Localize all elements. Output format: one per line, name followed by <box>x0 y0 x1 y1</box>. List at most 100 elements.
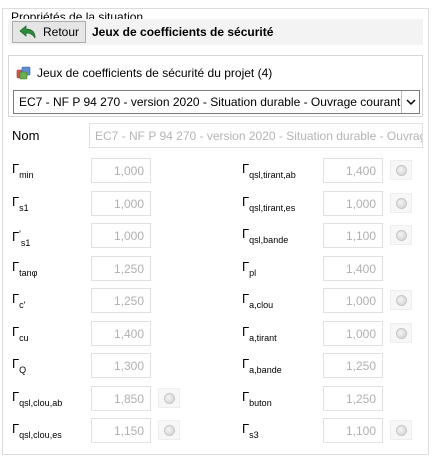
reset-button[interactable] <box>390 225 412 245</box>
coefficient-label: Γcu <box>12 325 29 345</box>
coefficient-set-select[interactable]: EC7 - NF P 94 270 - version 2020 - Situa… <box>13 90 420 114</box>
coefficient-label: Γc' <box>12 292 25 312</box>
coefficient-input[interactable]: 1,000 <box>91 191 151 216</box>
coefficient-value: 1,000 <box>345 294 376 308</box>
coefficient-value: 1,150 <box>113 424 144 438</box>
reset-icon <box>395 424 407 436</box>
coefficient-subscript: qsl,clou,ab <box>19 398 63 408</box>
coefficient-value: 1,000 <box>113 229 144 243</box>
coefficient-label: Γs3 <box>242 422 259 442</box>
retour-button[interactable]: Retour <box>12 21 86 43</box>
coefficient-label: Γqsl,clou,es <box>12 422 62 442</box>
coefficient-subscript: s1 <box>19 203 29 213</box>
coefficient-input[interactable]: 1,000 <box>323 288 383 313</box>
reset-icon <box>163 424 175 436</box>
reset-icon <box>395 327 407 339</box>
reset-button[interactable] <box>158 420 180 440</box>
coefficient-sets-header: Jeux de coefficients de sécurité du proj… <box>16 66 272 80</box>
coefficient-input[interactable]: 1,000 <box>91 158 151 183</box>
reset-icon <box>395 294 407 306</box>
coefficient-input[interactable]: 1,250 <box>323 353 383 378</box>
coefficient-value: 1,100 <box>345 424 376 438</box>
coefficient-value: 1,250 <box>345 359 376 373</box>
coefficient-subscript: buton <box>249 398 272 408</box>
coefficient-value: 1,000 <box>113 164 144 178</box>
coefficient-sets-label: Jeux de coefficients de sécurité du proj… <box>37 66 273 80</box>
coefficient-label: Γbuton <box>242 390 272 410</box>
reset-icon <box>395 197 407 209</box>
reset-icon <box>395 164 407 176</box>
header-bar: Retour Jeux de coefficients de sécurité <box>8 19 423 45</box>
coefficient-label: Γpl <box>242 260 256 280</box>
undo-arrow-icon <box>19 25 36 39</box>
reset-icon <box>395 229 407 241</box>
coefficient-label: Γmin <box>12 162 34 182</box>
nom-label: Nom <box>12 128 40 143</box>
coefficient-value: 1,000 <box>113 197 144 211</box>
coefficient-value: 1,250 <box>345 392 376 406</box>
reset-icon <box>163 392 175 404</box>
coefficient-value: 1,300 <box>113 359 144 373</box>
coefficient-input[interactable]: 1,400 <box>91 321 151 346</box>
coefficient-value: 1,250 <box>113 262 144 276</box>
coefficient-subscript: qsl,tirant,ab <box>249 170 296 180</box>
coefficient-value: 1,000 <box>345 197 376 211</box>
coefficient-subscript: tanφ <box>19 268 38 278</box>
coefficient-value: 1,400 <box>345 164 376 178</box>
coefficient-input[interactable]: 1,300 <box>91 353 151 378</box>
coefficient-subscript: s3 <box>249 430 259 440</box>
chevron-down-icon[interactable] <box>401 91 419 113</box>
coefficient-value: 1,100 <box>345 229 376 243</box>
coefficient-input[interactable]: 1,000 <box>91 223 151 248</box>
coefficient-subscript: Q <box>19 365 27 375</box>
coefficient-subscript: cu <box>19 333 29 343</box>
coefficient-subscript: qsl,tirant,es <box>249 203 296 213</box>
reset-button[interactable] <box>158 388 180 408</box>
coefficient-input[interactable]: 1,000 <box>323 321 383 346</box>
coefficient-value: 1,000 <box>345 327 376 341</box>
coefficient-subscript: a,tirant <box>249 333 277 343</box>
coefficient-subscript: min <box>19 170 34 180</box>
coefficient-label: Γqsl,tirant,ab <box>242 162 296 182</box>
coefficient-subscript: qsl,clou,es <box>19 430 62 440</box>
coefficient-label: ΓQ <box>12 357 26 377</box>
coefficient-label: Γ's1 <box>12 227 30 250</box>
reset-button[interactable] <box>390 290 412 310</box>
coefficient-label: Γqsl,clou,ab <box>12 390 62 410</box>
coefficient-input[interactable]: 1,150 <box>91 418 151 443</box>
nom-field[interactable]: EC7 - NF P 94 270 - version 2020 - Situa… <box>89 123 423 148</box>
coefficient-input[interactable]: 1,400 <box>323 158 383 183</box>
coefficient-label: Γa,bande <box>242 357 282 377</box>
selected-coefficient-set: EC7 - NF P 94 270 - version 2020 - Situa… <box>19 95 401 109</box>
coefficient-input[interactable]: 1,250 <box>91 256 151 281</box>
coefficient-label: Γs1 <box>12 195 29 215</box>
coefficient-input[interactable]: 1,100 <box>323 418 383 443</box>
coefficient-input[interactable]: 1,000 <box>323 191 383 216</box>
coefficient-subscript: qsl,bande <box>249 235 289 245</box>
coefficient-label: Γqsl,tirant,es <box>242 195 295 215</box>
coefficient-input[interactable]: 1,250 <box>91 288 151 313</box>
coefficient-subscript: a,bande <box>249 365 282 375</box>
page-title: Jeux de coefficients de sécurité <box>92 25 274 39</box>
coefficient-subscript: c' <box>19 300 26 310</box>
coefficient-label: Γa,tirant <box>242 325 277 345</box>
retour-label: Retour <box>43 25 80 39</box>
nom-value: EC7 - NF P 94 270 - version 2020 - Situa… <box>95 129 422 143</box>
reset-button[interactable] <box>390 323 412 343</box>
coefficient-subscript: s1 <box>20 238 31 248</box>
coefficient-value: 1,250 <box>113 294 144 308</box>
coefficient-value: 1,850 <box>113 392 144 406</box>
reset-button[interactable] <box>390 160 412 180</box>
coefficient-subscript: pl <box>249 268 257 278</box>
coefficient-value: 1,400 <box>345 262 376 276</box>
coefficient-set-icon <box>16 66 31 80</box>
coefficient-input[interactable]: 1,250 <box>323 386 383 411</box>
coefficient-label: Γtanφ <box>12 260 38 280</box>
coefficient-input[interactable]: 1,850 <box>91 386 151 411</box>
coefficient-value: 1,400 <box>113 327 144 341</box>
reset-button[interactable] <box>390 193 412 213</box>
coefficient-label: Γa,clou <box>242 292 273 312</box>
reset-button[interactable] <box>390 420 412 440</box>
coefficient-input[interactable]: 1,100 <box>323 223 383 248</box>
coefficient-input[interactable]: 1,400 <box>323 256 383 281</box>
